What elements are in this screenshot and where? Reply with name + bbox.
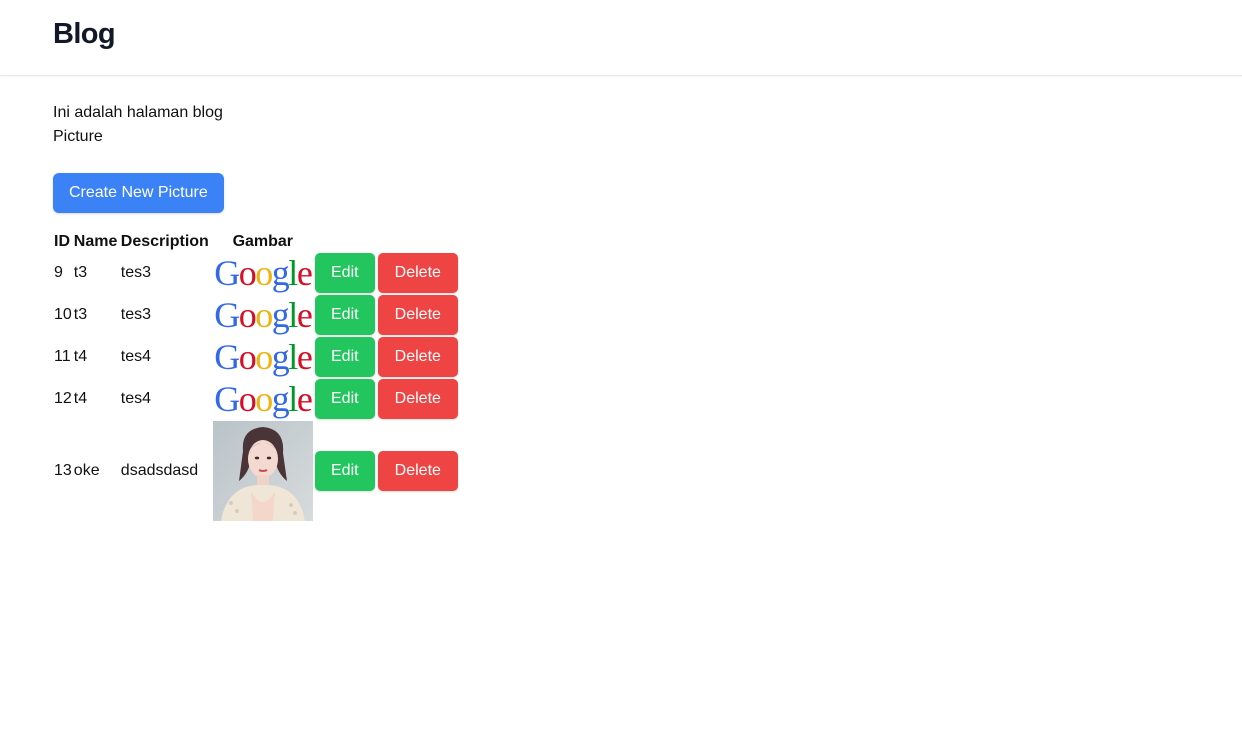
site-header: Blog (0, 0, 1242, 76)
cell-image (212, 420, 314, 522)
column-header-actions (314, 232, 459, 252)
column-header-description: Description (120, 233, 209, 250)
cell-actions: Edit Delete (314, 294, 459, 336)
delete-button[interactable]: Delete (377, 295, 458, 335)
cell-id: 9 (54, 264, 63, 281)
cell-description: tes4 (120, 348, 152, 365)
cell-actions: Edit Delete (314, 378, 459, 420)
cell-id: 11 (54, 348, 71, 365)
google-logo-image: Google (213, 337, 313, 377)
google-logo-letter: e (296, 379, 313, 419)
table-row: 11 t4 tes4 Google Edit Delete (53, 336, 459, 378)
cell-description: tes4 (120, 390, 152, 407)
delete-button[interactable]: Delete (377, 253, 458, 293)
table-row: 10 t3 tes3 Google Edit Delete (53, 294, 459, 336)
google-logo-letter: l (288, 337, 298, 377)
cell-name: t3 (73, 264, 88, 281)
section-label: Picture (53, 128, 103, 145)
google-logo-image: Google (213, 253, 313, 293)
delete-button[interactable]: Delete (377, 379, 458, 419)
delete-button[interactable]: Delete (377, 337, 458, 377)
google-logo-letter: o (255, 253, 273, 293)
column-header-id: ID (54, 233, 70, 250)
google-logo-letter: e (296, 337, 313, 377)
cell-name: t4 (73, 390, 88, 407)
cell-name: t3 (73, 306, 88, 323)
google-logo-letter: g (271, 295, 290, 335)
google-logo-letter: e (296, 253, 313, 293)
google-logo-letter: o (255, 295, 273, 335)
google-logo-letter: e (296, 295, 313, 335)
google-logo-letter: o (238, 379, 257, 419)
cell-name: oke (73, 462, 100, 479)
cell-id: 10 (54, 306, 72, 323)
main-content: Ini adalah halaman blog Picture Create N… (53, 101, 753, 522)
intro-text: Ini adalah halaman blog (53, 104, 223, 121)
google-logo-image: Google (213, 379, 313, 419)
google-logo-letter: l (288, 253, 298, 293)
table-row: 9 t3 tes3 Google Edit Delete (53, 252, 459, 294)
edit-button[interactable]: Edit (314, 379, 375, 419)
google-logo-letter: g (271, 337, 290, 377)
edit-button[interactable]: Edit (314, 295, 375, 335)
google-logo-letter: G (214, 379, 240, 419)
column-header-name: Name (73, 233, 118, 250)
cell-image: Google (212, 252, 314, 294)
google-logo-letter: G (214, 253, 240, 293)
google-logo-letter: o (238, 295, 257, 335)
cell-actions: Edit Delete (314, 336, 459, 378)
table-row: 13 oke dsadsdasd Edit Delete (53, 420, 459, 522)
google-logo-letter: g (271, 253, 290, 293)
create-new-picture-button[interactable]: Create New Picture (53, 173, 224, 213)
cell-description: tes3 (120, 306, 152, 323)
cell-image: Google (212, 336, 314, 378)
cell-description: dsadsdasd (120, 462, 199, 479)
cell-id: 13 (54, 462, 72, 479)
cell-actions: Edit Delete (314, 252, 459, 294)
edit-button[interactable]: Edit (314, 253, 375, 293)
edit-button[interactable]: Edit (314, 451, 375, 491)
google-logo-letter: o (255, 379, 273, 419)
google-logo-letter: G (214, 295, 240, 335)
google-logo-letter: g (271, 379, 290, 419)
edit-button[interactable]: Edit (314, 337, 375, 377)
cell-image: Google (212, 294, 314, 336)
cell-name: t4 (73, 348, 88, 365)
column-header-gambar: Gambar (232, 233, 294, 250)
cell-id: 12 (54, 390, 72, 407)
cell-image: Google (212, 378, 314, 420)
google-logo-letter: o (238, 253, 257, 293)
google-logo-letter: l (288, 295, 298, 335)
table-header-row: ID Name Description Gambar (53, 232, 459, 252)
cell-actions: Edit Delete (314, 420, 459, 522)
google-logo-letter: l (288, 379, 298, 419)
cell-description: tes3 (120, 264, 152, 281)
table-row: 12 t4 tes4 Google Edit Delete (53, 378, 459, 420)
pictures-table: ID Name Description Gambar 9 t3 tes3 Goo… (53, 232, 459, 522)
google-logo-image: Google (213, 295, 313, 335)
google-logo-letter: o (255, 337, 273, 377)
delete-button[interactable]: Delete (377, 451, 458, 491)
page-title: Blog (53, 18, 116, 50)
portrait-photo (212, 421, 313, 521)
google-logo-letter: o (238, 337, 257, 377)
google-logo-letter: G (214, 337, 240, 377)
